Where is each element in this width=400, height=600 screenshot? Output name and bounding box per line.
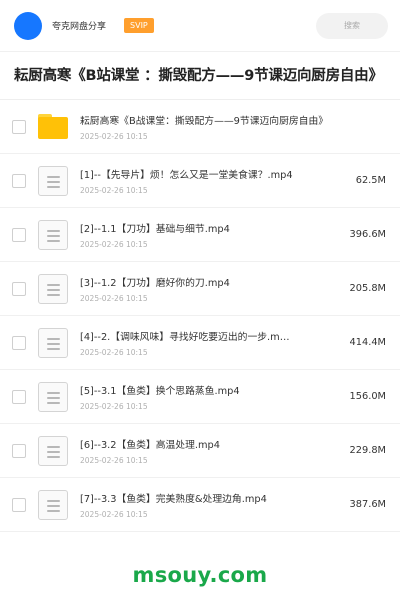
file-date: 2025-02-26 10:15: [80, 131, 148, 141]
video-file-icon: [38, 435, 68, 466]
video-file-icon: [38, 165, 68, 196]
video-file-icon: [38, 327, 68, 358]
file-row[interactable]: [3]--1.2【刀功】磨好你的刀.mp4 2025-02-26 10:15 2…: [0, 262, 400, 316]
file-date: 2025-02-26 10:15: [80, 185, 148, 195]
file-name[interactable]: [3]--1.2【刀功】磨好你的刀.mp4: [80, 275, 334, 289]
file-name[interactable]: [7]--3.3【鱼类】完美熟度&处理边角.mp4: [80, 491, 334, 505]
folder-icon: [38, 114, 68, 139]
file-name[interactable]: [6]--3.2【鱼类】高温处理.mp4: [80, 437, 334, 451]
file-name[interactable]: [2]--1.1【刀功】基础与细节.mp4: [80, 221, 334, 235]
row-checkbox[interactable]: [12, 227, 26, 242]
file-name[interactable]: [4]--2.【调味风味】寻找好吃要迈出的一步.m…: [80, 329, 334, 343]
file-row[interactable]: [7]--3.3【鱼类】完美熟度&处理边角.mp4 2025-02-26 10:…: [0, 478, 400, 532]
file-date: 2025-02-26 10:15: [80, 293, 148, 303]
file-size: 156.0M: [349, 391, 387, 402]
file-name[interactable]: [1]--【先导片】烦！怎么又是一堂美食课？.mp4: [80, 167, 334, 181]
file-name[interactable]: 耘厨高寒《B战课堂：撕毁配方——9节课迈向厨房自由》: [80, 113, 386, 127]
file-date: 2025-02-26 10:15: [80, 239, 148, 249]
file-date: 2025-02-26 10:15: [80, 455, 148, 465]
file-date: 2025-02-26 10:15: [80, 401, 148, 411]
file-size: 62.5M: [355, 175, 386, 186]
page-title: 耘厨高寒《B站课堂 ：撕毁配方——9节课迈向厨房自由》: [0, 52, 400, 100]
file-info: [4]--2.【调味风味】寻找好吃要迈出的一步.m… 2025-02-26 10…: [80, 329, 334, 357]
video-file-icon: [38, 381, 68, 412]
row-checkbox[interactable]: [12, 443, 26, 458]
file-row[interactable]: 耘厨高寒《B战课堂：撕毁配方——9节课迈向厨房自由》 2025-02-26 10…: [0, 100, 400, 154]
file-row[interactable]: [2]--1.1【刀功】基础与细节.mp4 2025-02-26 10:15 3…: [0, 208, 400, 262]
file-size: 396.6M: [349, 229, 387, 240]
file-row[interactable]: [4]--2.【调味风味】寻找好吃要迈出的一步.m… 2025-02-26 10…: [0, 316, 400, 370]
row-checkbox[interactable]: [12, 335, 26, 350]
file-info: 耘厨高寒《B战课堂：撕毁配方——9节课迈向厨房自由》 2025-02-26 10…: [80, 113, 386, 141]
file-row[interactable]: [6]--3.2【鱼类】高温处理.mp4 2025-02-26 10:15 22…: [0, 424, 400, 478]
vip-badge[interactable]: SVIP: [124, 18, 154, 33]
file-size: 387.6M: [349, 499, 387, 510]
watermark: msouy.com: [132, 563, 268, 587]
row-checkbox[interactable]: [12, 497, 26, 512]
file-list: 耘厨高寒《B战课堂：撕毁配方——9节课迈向厨房自由》 2025-02-26 10…: [0, 100, 400, 532]
row-checkbox[interactable]: [12, 389, 26, 404]
video-file-icon: [38, 219, 68, 250]
file-info: [3]--1.2【刀功】磨好你的刀.mp4 2025-02-26 10:15: [80, 275, 334, 303]
file-name[interactable]: [5]--3.1【鱼类】换个思路蒸鱼.mp4: [80, 383, 334, 397]
file-info: [6]--3.2【鱼类】高温处理.mp4 2025-02-26 10:15: [80, 437, 334, 465]
app-header: 夸克网盘分享 SVIP: [0, 0, 400, 52]
file-row[interactable]: [5]--3.1【鱼类】换个思路蒸鱼.mp4 2025-02-26 10:15 …: [0, 370, 400, 424]
file-date: 2025-02-26 10:15: [80, 347, 148, 357]
file-info: [5]--3.1【鱼类】换个思路蒸鱼.mp4 2025-02-26 10:15: [80, 383, 334, 411]
row-checkbox[interactable]: [12, 173, 26, 188]
file-info: [1]--【先导片】烦！怎么又是一堂美食课？.mp4 2025-02-26 10…: [80, 167, 334, 195]
file-date: 2025-02-26 10:15: [80, 509, 148, 519]
file-size: 205.8M: [349, 283, 387, 294]
user-name[interactable]: 夸克网盘分享: [52, 19, 106, 32]
file-info: [2]--1.1【刀功】基础与细节.mp4 2025-02-26 10:15: [80, 221, 334, 249]
row-checkbox[interactable]: [12, 281, 26, 296]
video-file-icon: [38, 273, 68, 304]
video-file-icon: [38, 489, 68, 520]
file-size: 414.4M: [349, 337, 387, 348]
row-checkbox[interactable]: [12, 119, 26, 134]
file-size: 229.8M: [349, 445, 387, 456]
avatar[interactable]: [14, 11, 42, 40]
file-row[interactable]: [1]--【先导片】烦！怎么又是一堂美食课？.mp4 2025-02-26 10…: [0, 154, 400, 208]
search-input[interactable]: [316, 12, 388, 39]
file-info: [7]--3.3【鱼类】完美熟度&处理边角.mp4 2025-02-26 10:…: [80, 491, 334, 519]
